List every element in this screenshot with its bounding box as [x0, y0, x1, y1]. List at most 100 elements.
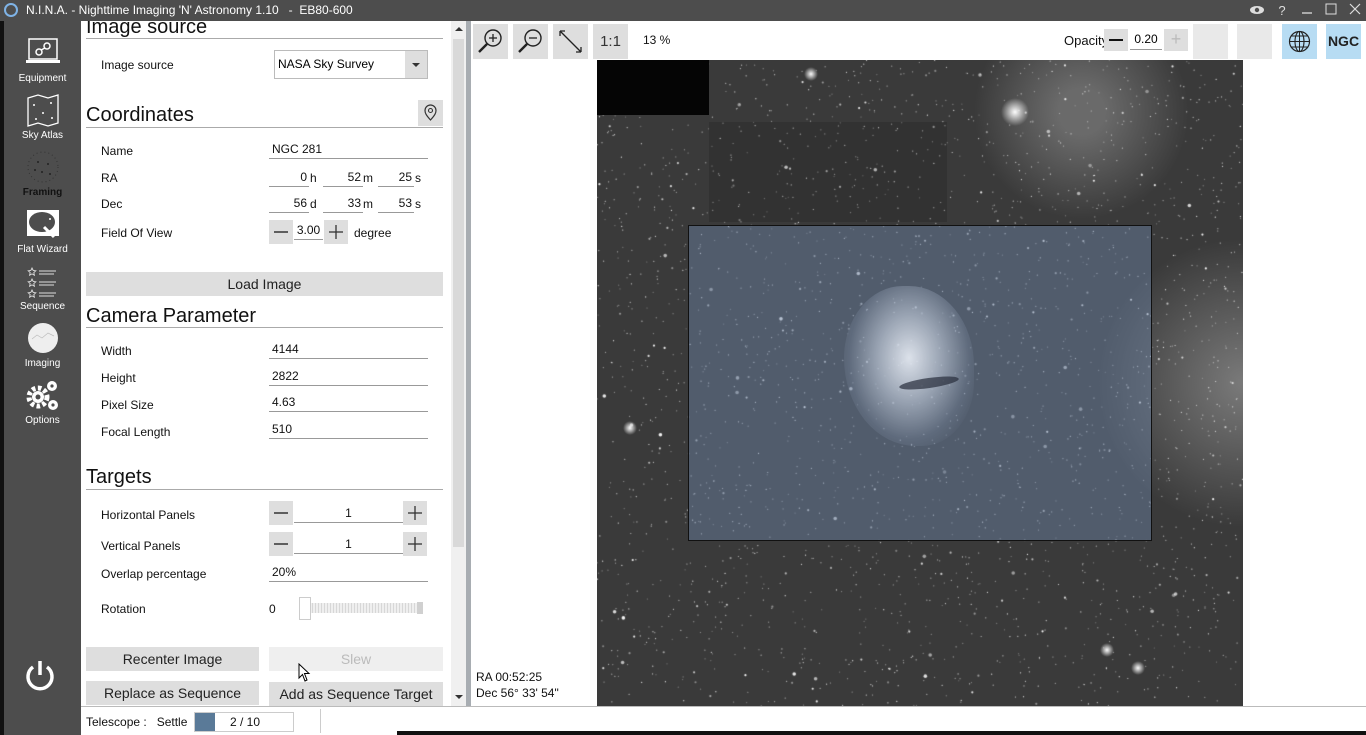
camera-parameter-heading: Camera Parameter — [86, 305, 257, 327]
divider — [86, 38, 443, 39]
expand-diagonal-icon — [553, 30, 588, 63]
maximize-button[interactable] — [1319, 1, 1343, 21]
replace-as-sequence-button[interactable]: Replace as Sequence — [86, 681, 259, 705]
framing-icon — [26, 150, 60, 184]
load-image-button[interactable]: Load Image — [86, 272, 443, 296]
minus-icon — [269, 540, 293, 560]
disabled-toolbar-button[interactable] — [1193, 24, 1228, 59]
eye-icon[interactable] — [1245, 1, 1269, 21]
nav-equipment[interactable]: Equipment — [4, 36, 81, 93]
opacity-decrease-button[interactable] — [1104, 29, 1128, 51]
camera-fov-rectangle[interactable] — [688, 225, 1152, 541]
ra-hours-input[interactable]: 0 — [269, 169, 309, 187]
image-source-dropdown[interactable]: NASA Sky Survey — [274, 50, 428, 79]
nav-imaging[interactable]: Imaging — [4, 321, 81, 378]
horizontal-panels-input[interactable]: 1 — [294, 505, 403, 523]
dec-seconds-input[interactable]: 53 — [378, 195, 414, 213]
sky-survey-image[interactable] — [597, 60, 1243, 706]
equipment-icon — [26, 36, 60, 70]
nav-framing[interactable]: Framing — [4, 150, 81, 207]
ngc-overlay-toggle-button[interactable]: NGC — [1326, 24, 1361, 59]
scroll-up-arrow-icon[interactable] — [451, 22, 466, 37]
zoom-in-icon — [473, 29, 508, 63]
window-title: N.I.N.A. - Nighttime Imaging 'N' Astrono… — [26, 3, 353, 17]
missing-survey-region — [597, 60, 709, 115]
survey-plate-seam — [709, 122, 947, 222]
telescope-status-label: Telescope : Settle — [86, 715, 188, 729]
scrollbar-thumb[interactable] — [453, 39, 464, 547]
slew-button[interactable]: Slew — [269, 647, 443, 671]
nav-flat-wizard[interactable]: Flat Wizard — [4, 207, 81, 264]
height-label: Height — [101, 371, 136, 385]
vertical-panels-increase-button[interactable] — [403, 532, 427, 556]
nav-sky-atlas[interactable]: Sky Atlas — [4, 93, 81, 150]
nina-window: N.I.N.A. - Nighttime Imaging 'N' Astrono… — [0, 0, 1366, 735]
zoom-in-button[interactable] — [473, 24, 508, 59]
nav-sky-atlas-label: Sky Atlas — [21, 130, 64, 141]
ra-seconds-input[interactable]: 25 — [378, 169, 414, 187]
name-label: Name — [101, 144, 134, 158]
target-name-input[interactable]: NGC 281 — [269, 141, 428, 159]
options-scrollbar[interactable] — [451, 21, 466, 706]
divider — [86, 489, 443, 490]
overlap-input[interactable]: 20% — [269, 564, 428, 582]
divider — [86, 127, 443, 128]
fov-increase-button[interactable] — [324, 220, 348, 244]
opacity-input[interactable]: 0.20 — [1130, 30, 1162, 50]
dec-degrees-unit: d — [310, 197, 317, 211]
globe-icon — [1282, 30, 1317, 63]
plus-icon — [403, 506, 427, 529]
dec-label: Dec — [101, 197, 123, 211]
one-to-one-button[interactable]: 1:1 — [593, 24, 628, 59]
camera-height-input[interactable]: 2822 — [269, 368, 428, 386]
rotation-slider-track[interactable] — [303, 603, 423, 613]
vertical-panels-label: Vertical Panels — [101, 539, 181, 553]
focal-length-input[interactable]: 510 — [269, 421, 428, 439]
minus-icon — [269, 228, 293, 248]
sequence-icon — [26, 264, 60, 299]
framing-options-panel: Image source Image source NASA Sky Surve… — [81, 21, 451, 706]
add-as-sequence-target-button[interactable]: Add as Sequence Target — [269, 682, 443, 706]
sky-atlas-icon — [26, 93, 60, 127]
flat-wizard-icon — [26, 207, 60, 241]
power-icon[interactable] — [24, 659, 56, 693]
rotation-slider-thumb[interactable] — [299, 597, 311, 620]
fit-to-screen-button[interactable] — [553, 24, 588, 59]
dec-degrees-input[interactable]: 56 — [269, 195, 309, 213]
focal-length-label: Focal Length — [101, 425, 171, 439]
vertical-panels-decrease-button[interactable] — [269, 532, 293, 556]
nav-framing-label: Framing — [22, 187, 63, 198]
fov-input[interactable]: 3.00 — [294, 222, 323, 240]
dec-minutes-input[interactable]: 33 — [323, 195, 363, 213]
opacity-increase-button[interactable]: + — [1164, 29, 1188, 51]
zoom-out-icon — [513, 29, 548, 63]
zoom-out-button[interactable] — [513, 24, 548, 59]
minimize-button[interactable] — [1295, 1, 1319, 21]
settle-progress-bar: 2 / 10 — [194, 712, 294, 732]
ra-hours-unit: h — [310, 171, 317, 185]
opacity-label: Opacity — [1064, 33, 1109, 48]
camera-width-input[interactable]: 4144 — [269, 341, 428, 359]
close-button[interactable] — [1343, 1, 1366, 21]
sky-grid-toggle-button[interactable] — [1282, 24, 1317, 59]
vertical-panels-input[interactable]: 1 — [294, 536, 403, 554]
nav-options[interactable]: Options — [4, 378, 81, 435]
image-source-selected: NASA Sky Survey — [278, 57, 375, 71]
horizontal-panels-increase-button[interactable] — [403, 501, 427, 525]
location-pin-icon — [418, 104, 443, 130]
recenter-image-button[interactable]: Recenter Image — [86, 647, 259, 671]
disabled-toolbar-button[interactable] — [1237, 24, 1272, 59]
cursor-coordinate-readout: RA 00:52:25 Dec 56° 33' 54" — [476, 669, 559, 701]
fov-decrease-button[interactable] — [269, 220, 293, 244]
help-button[interactable]: ? — [1270, 1, 1294, 21]
scroll-down-arrow-icon[interactable] — [451, 689, 466, 704]
ra-minutes-input[interactable]: 52 — [323, 169, 363, 187]
fov-unit: degree — [354, 226, 392, 240]
app-logo-icon — [4, 3, 18, 17]
coordinates-from-telescope-button[interactable] — [418, 100, 443, 126]
nav-sequence[interactable]: Sequence — [4, 264, 81, 321]
image-source-label: Image source — [101, 58, 174, 72]
pixel-size-input[interactable]: 4.63 — [269, 394, 428, 412]
progress-text: 2 / 10 — [229, 715, 261, 729]
horizontal-panels-decrease-button[interactable] — [269, 501, 293, 525]
